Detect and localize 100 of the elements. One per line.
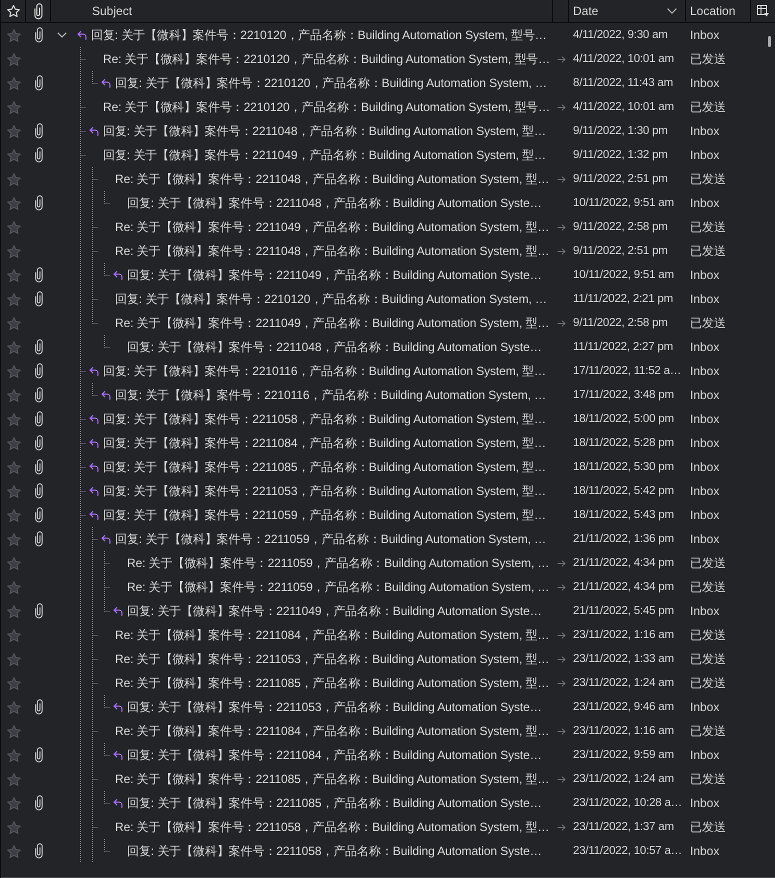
star-icon[interactable] (6, 580, 20, 594)
message-subject: 回复: 关于【微科】案件号：2211059，产品名称：Building Automation System, … (115, 530, 546, 548)
star-icon[interactable] (6, 676, 20, 690)
message-subject: Re: 关于【微科】案件号：2211053，产品名称：Building Automation System, 型… (115, 650, 550, 668)
message-subject: 回复: 关于【微科】案件号：2211049，产品名称：Building Automation Syste… (127, 266, 542, 284)
message-location: 已发送 (690, 770, 726, 788)
column-header[interactable]: Subject (51, 0, 553, 22)
message-date: 10/11/2022, 9:51 am (573, 269, 674, 281)
message-date: 23/11/2022, 1:16 am (573, 629, 674, 641)
star-icon[interactable] (6, 340, 20, 354)
message-date: 11/11/2022, 2:27 pm (573, 341, 673, 353)
star-icon[interactable] (6, 172, 20, 186)
star-icon[interactable] (6, 724, 20, 738)
star-icon[interactable] (6, 52, 20, 66)
star-icon[interactable] (6, 772, 20, 786)
star-icon[interactable] (6, 604, 20, 618)
message-location: 已发送 (690, 674, 726, 692)
star-icon[interactable] (6, 28, 20, 42)
message-date: 4/11/2022, 10:01 am (573, 53, 674, 65)
star-icon[interactable] (6, 556, 20, 570)
message-location: Inbox (690, 700, 720, 714)
message-date: 18/11/2022, 5:30 pm (573, 461, 674, 473)
message-date: 18/11/2022, 5:43 pm (573, 509, 674, 521)
message-date: 9/11/2022, 2:51 pm (573, 173, 668, 185)
star-icon[interactable] (6, 700, 20, 714)
message-subject: 回复: 关于【微科】案件号：2211048，产品名称：Building Automation Syste… (127, 194, 542, 212)
message-date: 21/11/2022, 4:34 pm (573, 557, 674, 569)
message-date: 18/11/2022, 5:28 pm (573, 437, 674, 449)
message-date: 9/11/2022, 2:58 pm (573, 317, 668, 329)
message-subject: 回复: 关于【微科】案件号：2211058，产品名称：Building Automation System, 型… (103, 410, 546, 428)
message-date: 23/11/2022, 10:28 a… (573, 797, 682, 809)
star-icon[interactable] (6, 388, 20, 402)
message-subject: 回复: 关于【微科】案件号：2211085，产品名称：Building Automation Syste… (127, 794, 542, 812)
message-location: Inbox (690, 292, 720, 306)
star-icon[interactable] (6, 196, 20, 210)
message-date: 4/11/2022, 10:01 am (573, 101, 674, 113)
tree-line (79, 647, 98, 671)
star-icon[interactable] (6, 796, 20, 810)
message-location: Inbox (690, 748, 720, 762)
star-icon[interactable] (6, 508, 20, 522)
star-icon[interactable] (6, 460, 20, 474)
message-location: Inbox (690, 340, 720, 354)
message-date: 17/11/2022, 3:48 pm (573, 389, 674, 401)
star-icon[interactable] (6, 244, 20, 258)
chevron-down-icon[interactable] (57, 32, 67, 38)
star-icon[interactable] (6, 484, 20, 498)
message-subject: Re: 关于【微科】案件号：2211049，产品名称：Building Automation System, 型… (115, 218, 550, 236)
message-subject: Re: 关于【微科】案件号：2211085，产品名称：Building Automation System, 型… (115, 770, 550, 788)
star-icon[interactable] (6, 148, 20, 162)
column-header[interactable]: Location (686, 0, 751, 22)
star-icon[interactable] (6, 412, 20, 426)
message-location: Inbox (690, 388, 720, 402)
star-icon[interactable] (6, 652, 20, 666)
star-icon[interactable] (6, 316, 20, 330)
message-date: 18/11/2022, 5:00 pm (573, 413, 674, 425)
star-icon[interactable] (6, 628, 20, 642)
star-icon[interactable] (6, 292, 20, 306)
message-location: Inbox (690, 508, 720, 522)
star-icon[interactable] (6, 220, 20, 234)
message-date: 9/11/2022, 2:58 pm (573, 221, 668, 233)
message-location: Inbox (690, 796, 720, 810)
message-subject: 回复: 关于【微科】案件号：2211084，产品名称：Building Automation System, 型… (103, 434, 546, 452)
column-header[interactable]: Date (569, 0, 686, 22)
message-date: 23/11/2022, 1:24 am (573, 677, 674, 689)
message-date: 8/11/2022, 11:43 am (573, 77, 673, 89)
star-icon[interactable] (6, 820, 20, 834)
star-icon[interactable] (6, 844, 20, 858)
message-date: 11/11/2022, 2:21 pm (573, 293, 673, 305)
message-location: 已发送 (690, 170, 726, 188)
message-location: Inbox (690, 148, 720, 162)
message-subject: 回复: 关于【微科】案件号：2210120，产品名称：Building Automation System, 型号… (91, 26, 547, 44)
message-location: Inbox (690, 364, 720, 378)
star-icon[interactable] (6, 124, 20, 138)
star-icon[interactable] (6, 748, 20, 762)
star-icon[interactable] (6, 268, 20, 282)
message-subject: 回复: 关于【微科】案件号：2210116，产品名称：Building Automation System, 型… (103, 362, 546, 380)
star-icon[interactable] (6, 364, 20, 378)
message-location: Inbox (690, 484, 720, 498)
message-date: 17/11/2022, 11:52 a… (573, 365, 682, 377)
message-date: 21/11/2022, 5:45 pm (573, 605, 674, 617)
star-icon[interactable] (6, 532, 20, 546)
message-subject: Re: 关于【微科】案件号：2211084，产品名称：Building Automation System, 型… (115, 722, 550, 740)
message-location: Inbox (690, 436, 720, 450)
message-date: 21/11/2022, 1:36 pm (573, 533, 674, 545)
message-subject: 回复: 关于【微科】案件号：2210120，产品名称：Building Automation System, … (115, 290, 547, 308)
message-location: 已发送 (690, 722, 726, 740)
message-subject: Re: 关于【微科】案件号：2211058，产品名称：Building Automation System, 型… (115, 818, 550, 836)
star-icon[interactable] (6, 100, 20, 114)
message-date: 23/11/2022, 1:24 am (573, 773, 674, 785)
message-location: 已发送 (690, 242, 726, 260)
scrollbar-thumb[interactable] (768, 36, 771, 47)
star-icon[interactable] (6, 76, 20, 90)
message-subject: Re: 关于【微科】案件号：2211085，产品名称：Building Automation System, 型… (115, 674, 550, 692)
message-date: 9/11/2022, 1:32 pm (573, 149, 668, 161)
message-date: 23/11/2022, 1:16 am (573, 725, 674, 737)
star-icon[interactable] (6, 436, 20, 450)
star-icon (6, 5, 20, 17)
message-subject: 回复: 关于【微科】案件号：2211058，产品名称：Building Automation Syste… (127, 842, 542, 860)
message-date: 23/11/2022, 9:59 am (573, 749, 674, 761)
message-subject: 回复: 关于【微科】案件号：2211059，产品名称：Building Automation System, 型… (103, 506, 546, 524)
